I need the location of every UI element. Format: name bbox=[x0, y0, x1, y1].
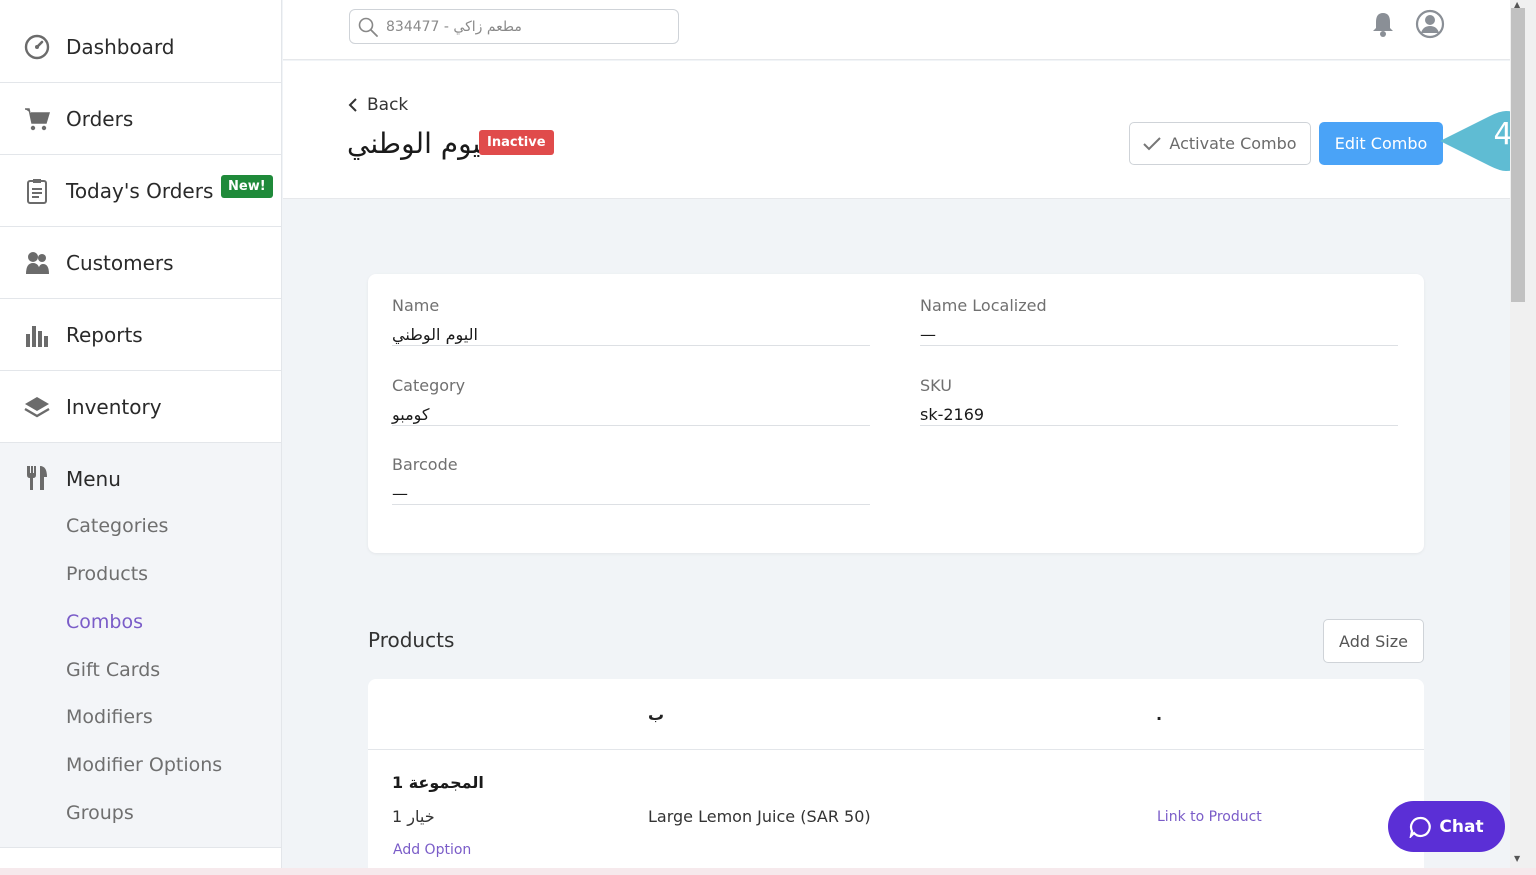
status-badge: Inactive bbox=[479, 130, 554, 155]
chevron-left-icon bbox=[348, 98, 357, 112]
scroll-down-arrow-icon[interactable]: ▼ bbox=[1514, 854, 1520, 863]
back-link[interactable]: Back bbox=[347, 95, 408, 115]
sidebar-subitem-modifiers[interactable]: Modifiers bbox=[66, 706, 153, 728]
add-size-button[interactable]: Add Size bbox=[1323, 619, 1424, 663]
sidebar-item-reports[interactable]: Reports bbox=[0, 299, 281, 371]
search-input[interactable] bbox=[386, 16, 666, 38]
user-avatar-icon[interactable] bbox=[1415, 9, 1445, 39]
layers-icon bbox=[24, 394, 50, 420]
sidebar-item-label: Inventory bbox=[66, 394, 162, 419]
name-localized-field: Name Localized — bbox=[920, 274, 1398, 346]
scrollbar-thumb[interactable] bbox=[1511, 8, 1525, 302]
clipboard-icon bbox=[24, 178, 50, 204]
chat-label: Chat bbox=[1439, 816, 1484, 837]
sidebar-subitem-products[interactable]: Products bbox=[66, 563, 148, 585]
sidebar: Dashboard Orders Today's Orders New! Cus… bbox=[0, 0, 282, 875]
sidebar-item-label: Reports bbox=[66, 322, 143, 347]
sidebar-subitem-modifier-options[interactable]: Modifier Options bbox=[66, 754, 222, 776]
bell-icon[interactable] bbox=[1369, 10, 1397, 38]
category-value: كومبو bbox=[392, 405, 430, 424]
name-label: Name bbox=[392, 296, 440, 315]
name-value: اليوم الوطني bbox=[392, 325, 478, 344]
column-header: ب bbox=[648, 705, 665, 724]
barcode-value: — bbox=[392, 484, 408, 503]
name-localized-value: — bbox=[920, 325, 936, 344]
group-name: المجموعة 1 bbox=[392, 773, 484, 792]
sidebar-subitem-categories[interactable]: Categories bbox=[66, 515, 168, 537]
topbar bbox=[283, 0, 1510, 60]
sidebar-item-dashboard[interactable]: Dashboard bbox=[0, 11, 281, 83]
category-label: Category bbox=[392, 376, 466, 395]
product-name: Large Lemon Juice (SAR 50) bbox=[648, 807, 871, 826]
page-header: Back اليوم الوطني Inactive Activate Comb… bbox=[283, 61, 1536, 199]
sidebar-subitem-groups[interactable]: Groups bbox=[66, 802, 134, 824]
sidebar-item-label: Orders bbox=[66, 106, 134, 131]
search-icon bbox=[358, 17, 378, 37]
chat-bubble-icon bbox=[1409, 816, 1432, 838]
option-name: خيار 1 bbox=[392, 807, 435, 826]
activate-combo-button[interactable]: Activate Combo bbox=[1129, 122, 1311, 165]
sidebar-subitem-combos[interactable]: Combos bbox=[66, 611, 143, 633]
new-badge: New! bbox=[221, 175, 273, 198]
fork-knife-icon bbox=[24, 465, 50, 491]
barcode-label: Barcode bbox=[392, 455, 458, 474]
sidebar-item-menu[interactable]: Menu bbox=[0, 443, 281, 515]
sidebar-subitem-gift-cards[interactable]: Gift Cards bbox=[66, 659, 160, 681]
sidebar-item-customers[interactable]: Customers bbox=[0, 227, 281, 299]
sidebar-item-inventory[interactable]: Inventory bbox=[0, 371, 281, 443]
sidebar-item-orders[interactable]: Orders bbox=[0, 83, 281, 155]
sku-label: SKU bbox=[920, 376, 952, 395]
bar-chart-icon bbox=[24, 322, 50, 348]
scroll-up-arrow-icon[interactable]: ▲ bbox=[1514, 0, 1520, 9]
sidebar-menu-section: Menu Categories Products Combos Gift Car… bbox=[0, 443, 281, 848]
link-to-product-link[interactable]: Link to Product bbox=[1157, 809, 1262, 825]
activate-combo-label: Activate Combo bbox=[1169, 134, 1297, 153]
gauge-icon bbox=[24, 34, 50, 60]
page-title: اليوم الوطني bbox=[347, 127, 498, 160]
category-field: Category كومبو bbox=[392, 354, 870, 426]
edit-combo-button[interactable]: Edit Combo bbox=[1319, 122, 1443, 165]
table-header: ب . bbox=[368, 679, 1424, 750]
column-header: . bbox=[1156, 705, 1163, 724]
back-label: Back bbox=[367, 95, 409, 115]
sku-value: sk-2169 bbox=[920, 405, 985, 424]
products-table: ب . المجموعة 1 خيار 1 Large Lemon Juice … bbox=[368, 679, 1424, 875]
combo-details-card: Name اليوم الوطني Name Localized — Categ… bbox=[368, 274, 1424, 553]
sidebar-item-label: Dashboard bbox=[66, 34, 175, 59]
chat-button[interactable]: Chat bbox=[1388, 801, 1505, 852]
barcode-field: Barcode — bbox=[392, 433, 870, 505]
customers-icon bbox=[24, 250, 50, 276]
products-section-title: Products bbox=[368, 628, 455, 652]
search-box bbox=[349, 9, 679, 44]
name-field: Name اليوم الوطني bbox=[392, 274, 870, 346]
sidebar-item-label: Menu bbox=[66, 467, 121, 491]
sidebar-item-label: Today's Orders bbox=[66, 178, 214, 203]
check-icon bbox=[1143, 136, 1162, 150]
bottom-strip bbox=[0, 868, 1536, 875]
name-localized-label: Name Localized bbox=[920, 296, 1047, 315]
sidebar-item-label: Customers bbox=[66, 250, 174, 275]
cart-icon bbox=[24, 106, 50, 132]
sku-field: SKU sk-2169 bbox=[920, 354, 1398, 426]
add-option-link[interactable]: Add Option bbox=[393, 842, 471, 858]
